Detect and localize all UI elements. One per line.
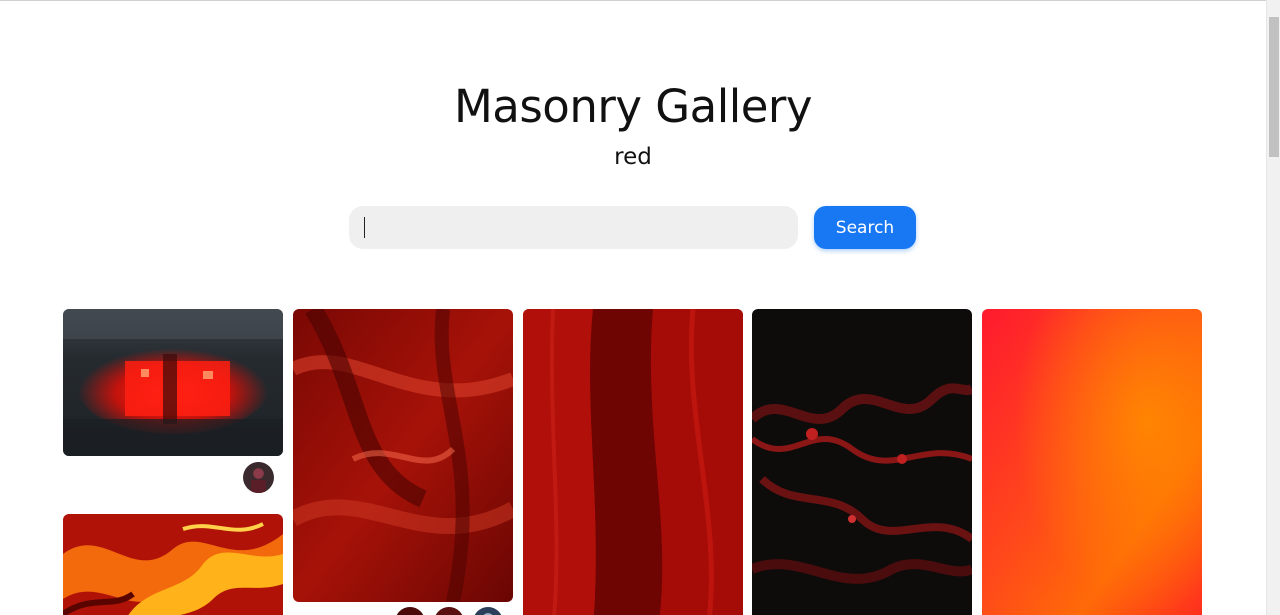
search-button[interactable]: Search: [814, 206, 916, 249]
red-gradient-image: [982, 309, 1202, 615]
text-cursor: [364, 217, 365, 238]
page: Masonry Gallery red Search: [0, 0, 1280, 615]
gallery-image-red-gradient[interactable]: [982, 309, 1202, 615]
avatar-image: [473, 607, 503, 615]
red-fractal-image: [752, 309, 972, 615]
scrollbar-thumb[interactable]: [1269, 17, 1279, 157]
avatar-image: [243, 462, 274, 493]
photographer-avatar[interactable]: [241, 460, 276, 495]
page-scrollbar[interactable]: [1266, 0, 1280, 615]
window-top-border: [0, 0, 1266, 1]
avatar-image: [395, 607, 425, 615]
page-header: Masonry Gallery red: [0, 78, 1266, 172]
photographer-avatar[interactable]: [471, 605, 505, 615]
current-query-label: red: [614, 144, 652, 170]
red-reflection-image: [63, 309, 283, 456]
page-title: Masonry Gallery: [453, 80, 813, 133]
gallery-image-red-leaf[interactable]: [523, 309, 743, 615]
gallery-image-red-satin[interactable]: [293, 309, 513, 602]
search-input[interactable]: [349, 206, 798, 249]
red-leaf-image: [523, 309, 743, 615]
red-marble-image: [63, 514, 283, 615]
gallery-image-red-fractal[interactable]: [752, 309, 972, 615]
gallery-image-red-reflection[interactable]: [63, 309, 283, 456]
red-satin-image: [293, 309, 513, 602]
avatar-image: [434, 607, 464, 615]
photographer-avatar[interactable]: [432, 605, 466, 615]
gallery-image-red-marble[interactable]: [63, 514, 283, 615]
photographer-avatar[interactable]: [393, 605, 427, 615]
